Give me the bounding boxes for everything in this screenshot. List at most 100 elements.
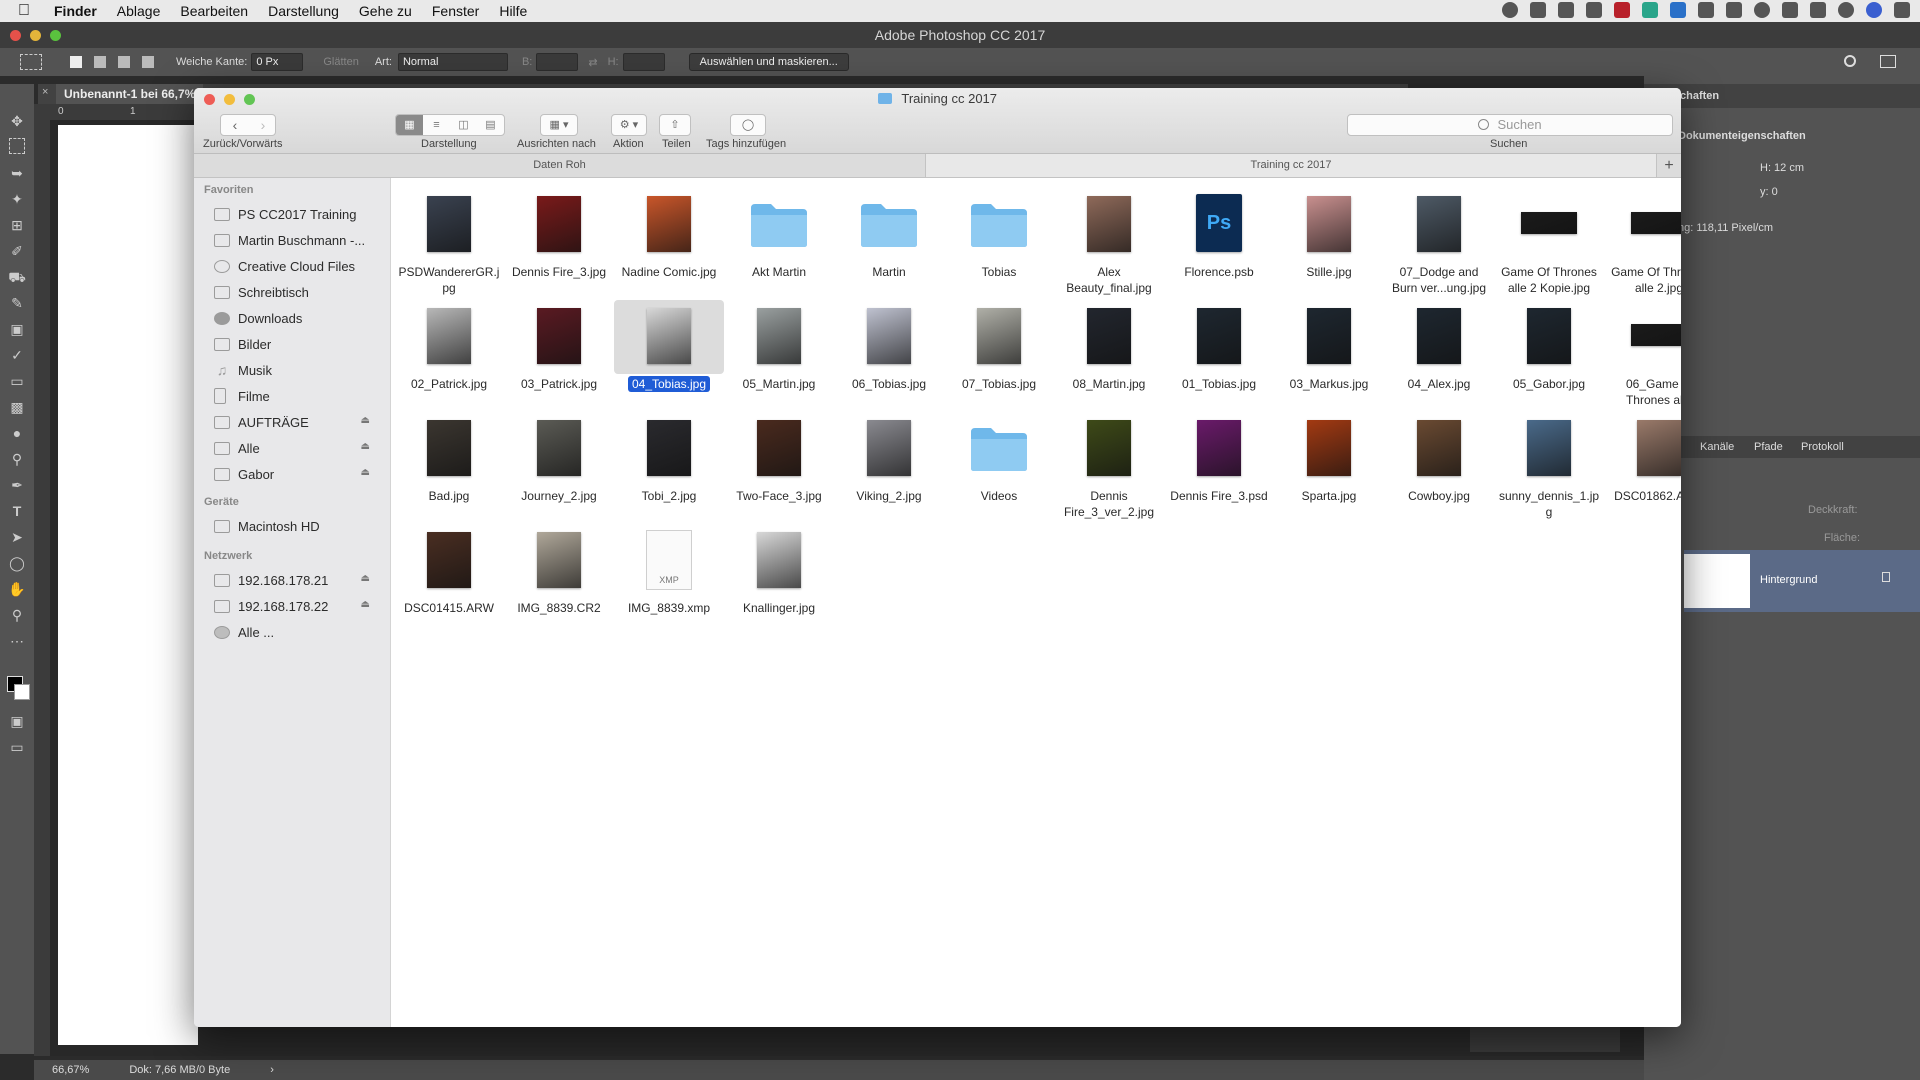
sidebar-item-schreibtisch[interactable]: Schreibtisch <box>204 280 380 304</box>
dodge-tool-icon[interactable]: ⚲ <box>8 450 26 468</box>
ellipse-tool-icon[interactable]: ◯ <box>8 554 26 572</box>
smooth-label[interactable]: Glätten <box>323 56 358 68</box>
file-item[interactable]: Game Of Thrones alle 2.jpg <box>1604 188 1681 296</box>
file-item[interactable]: Tobi_2.jpg <box>614 412 724 504</box>
gradient-tool-icon[interactable]: ▩ <box>8 398 26 416</box>
history-brush-tool-icon[interactable]: ✓ <box>8 346 26 364</box>
crop-tool-icon[interactable]: ⊞ <box>8 216 26 234</box>
file-item[interactable]: IMG_8839.CR2 <box>504 524 614 616</box>
share-button[interactable]: ⇧ <box>659 114 691 136</box>
file-item[interactable]: Alex Beauty_final.jpg <box>1054 188 1164 296</box>
eject-icon[interactable]: ⏏ <box>361 573 370 584</box>
marquee-tool-icon[interactable] <box>9 138 25 154</box>
path-selection-tool-icon[interactable]: ➤ <box>8 528 26 546</box>
forward-button[interactable]: › <box>249 115 277 135</box>
apple-menu-icon[interactable]:  <box>18 2 40 20</box>
sidebar-item-downloads[interactable]: Downloads <box>204 306 380 330</box>
file-item[interactable]: 05_Martin.jpg <box>724 300 834 392</box>
workspace-icon[interactable] <box>1880 55 1896 68</box>
close-window-button[interactable] <box>10 30 21 41</box>
sidebar-item-network-21[interactable]: 192.168.178.21 ⏏ <box>204 568 380 592</box>
subtract-selection-icon[interactable] <box>118 56 130 68</box>
file-item[interactable]: 05_Gabor.jpg <box>1494 300 1604 392</box>
sidebar-item-auftraege[interactable]: AUFTRÄGE ⏏ <box>204 410 380 434</box>
eject-icon[interactable]: ⏏ <box>361 599 370 610</box>
file-item[interactable]: 07_Dodge and Burn ver...ung.jpg <box>1384 188 1494 296</box>
clone-stamp-tool-icon[interactable]: ▣ <box>8 320 26 338</box>
eraser-tool-icon[interactable]: ▭ <box>8 372 26 390</box>
swap-dimensions-icon[interactable]: ⇄ <box>588 56 597 69</box>
file-item[interactable]: 04_Tobias.jpg <box>614 300 724 392</box>
file-item[interactable]: Cowboy.jpg <box>1384 412 1494 504</box>
menu-bearbeiten[interactable]: Bearbeiten <box>180 3 248 19</box>
time-machine-icon[interactable] <box>1754 2 1770 18</box>
sidebar-item-martin-buschmann[interactable]: Martin Buschmann -... <box>204 228 380 252</box>
file-item[interactable]: 07_Tobias.jpg <box>944 300 1054 392</box>
sidebar-item-creative-cloud-files[interactable]: Creative Cloud Files <box>204 254 380 278</box>
search-field[interactable]: Suchen <box>1347 114 1673 136</box>
sidebar-item-filme[interactable]: Filme <box>204 384 380 408</box>
width-input[interactable] <box>536 53 579 71</box>
file-item[interactable]: Stille.jpg <box>1274 188 1384 280</box>
screen-mode-icon[interactable]: ▭ <box>8 738 26 756</box>
background-color-swatch[interactable] <box>14 684 30 700</box>
search-icon[interactable] <box>1844 55 1856 67</box>
creative-cloud-icon[interactable] <box>1586 2 1602 18</box>
tab-training[interactable]: Training cc 2017 <box>926 154 1657 177</box>
document-tab[interactable]: Unbenannt-1 bei 66,7% <box>56 84 204 104</box>
notification-center-icon[interactable] <box>1894 2 1910 18</box>
move-tool-icon[interactable]: ✥ <box>8 112 26 130</box>
file-item[interactable]: Journey_2.jpg <box>504 412 614 504</box>
app-icon-blue[interactable] <box>1670 2 1686 18</box>
intersect-selection-icon[interactable] <box>142 56 154 68</box>
folder-item[interactable]: Akt Martin <box>724 188 834 280</box>
healing-brush-tool-icon[interactable]: ⛟ <box>8 268 26 286</box>
folder-item[interactable]: Martin <box>834 188 944 280</box>
file-item[interactable]: 02_Patrick.jpg <box>394 300 504 392</box>
menu-darstellung[interactable]: Darstellung <box>268 3 339 19</box>
airplay-icon[interactable] <box>1530 2 1546 18</box>
file-item[interactable]: 08_Martin.jpg <box>1054 300 1164 392</box>
lasso-tool-icon[interactable]: ➥ <box>8 164 26 182</box>
spotlight-search-icon[interactable] <box>1838 2 1854 18</box>
file-item[interactable]: PSDWandererGR.jpg <box>394 188 504 296</box>
zoom-window-button[interactable] <box>50 30 61 41</box>
file-item[interactable]: 01_Tobias.jpg <box>1164 300 1274 392</box>
file-item[interactable]: Bad.jpg <box>394 412 504 504</box>
eject-icon[interactable]: ⏏ <box>361 467 370 478</box>
add-selection-icon[interactable] <box>94 56 106 68</box>
bluetooth-icon[interactable] <box>1782 2 1798 18</box>
file-item[interactable]: Dennis Fire_3.jpg <box>504 188 614 280</box>
file-item[interactable]: sunny_dennis_1.jpg <box>1494 412 1604 520</box>
file-item[interactable]: Knallinger.jpg <box>724 524 834 616</box>
back-button[interactable]: ‹ <box>221 115 249 135</box>
blur-tool-icon[interactable]: ● <box>8 424 26 442</box>
new-tab-button[interactable]: + <box>1657 154 1681 177</box>
folder-item[interactable]: Videos <box>944 412 1054 504</box>
sidebar-item-gabor[interactable]: Gabor ⏏ <box>204 462 380 486</box>
display-icon[interactable] <box>1558 2 1574 18</box>
sidebar-item-alle[interactable]: Alle ⏏ <box>204 436 380 460</box>
menu-ablage[interactable]: Ablage <box>117 3 161 19</box>
file-item[interactable]: DSC01862.ARW <box>1604 412 1681 504</box>
file-item[interactable]: Dennis Fire_3_ver_2.jpg <box>1054 412 1164 520</box>
folder-item[interactable]: Tobias <box>944 188 1054 280</box>
hand-tool-icon[interactable]: ✋ <box>8 580 26 598</box>
sidebar-item-network-all[interactable]: Alle ... <box>204 620 380 644</box>
file-item[interactable]: Game Of Thrones alle 2 Kopie.jpg <box>1494 188 1604 296</box>
minimize-window-button[interactable] <box>30 30 41 41</box>
column-view-button[interactable]: ◫ <box>450 115 477 135</box>
file-item[interactable]: Sparta.jpg <box>1274 412 1384 504</box>
sidebar-item-macintosh-hd[interactable]: Macintosh HD <box>204 514 380 538</box>
pen-tool-icon[interactable]: ✒ <box>8 476 26 494</box>
sidebar-item-bilder[interactable]: Bilder <box>204 332 380 356</box>
wifi-icon[interactable] <box>1810 2 1826 18</box>
marquee-tool-preset-icon[interactable] <box>20 54 42 70</box>
document-canvas[interactable] <box>58 125 198 1045</box>
paths-tab[interactable]: Pfade <box>1754 441 1783 453</box>
sidebar-item-ps-cc2017-training[interactable]: PS CC2017 Training <box>204 202 380 226</box>
menu-finder[interactable]: Finder <box>54 3 97 19</box>
file-item[interactable]: Viking_2.jpg <box>834 412 944 504</box>
quick-selection-tool-icon[interactable]: ✦ <box>8 190 26 208</box>
new-selection-icon[interactable] <box>70 56 82 68</box>
